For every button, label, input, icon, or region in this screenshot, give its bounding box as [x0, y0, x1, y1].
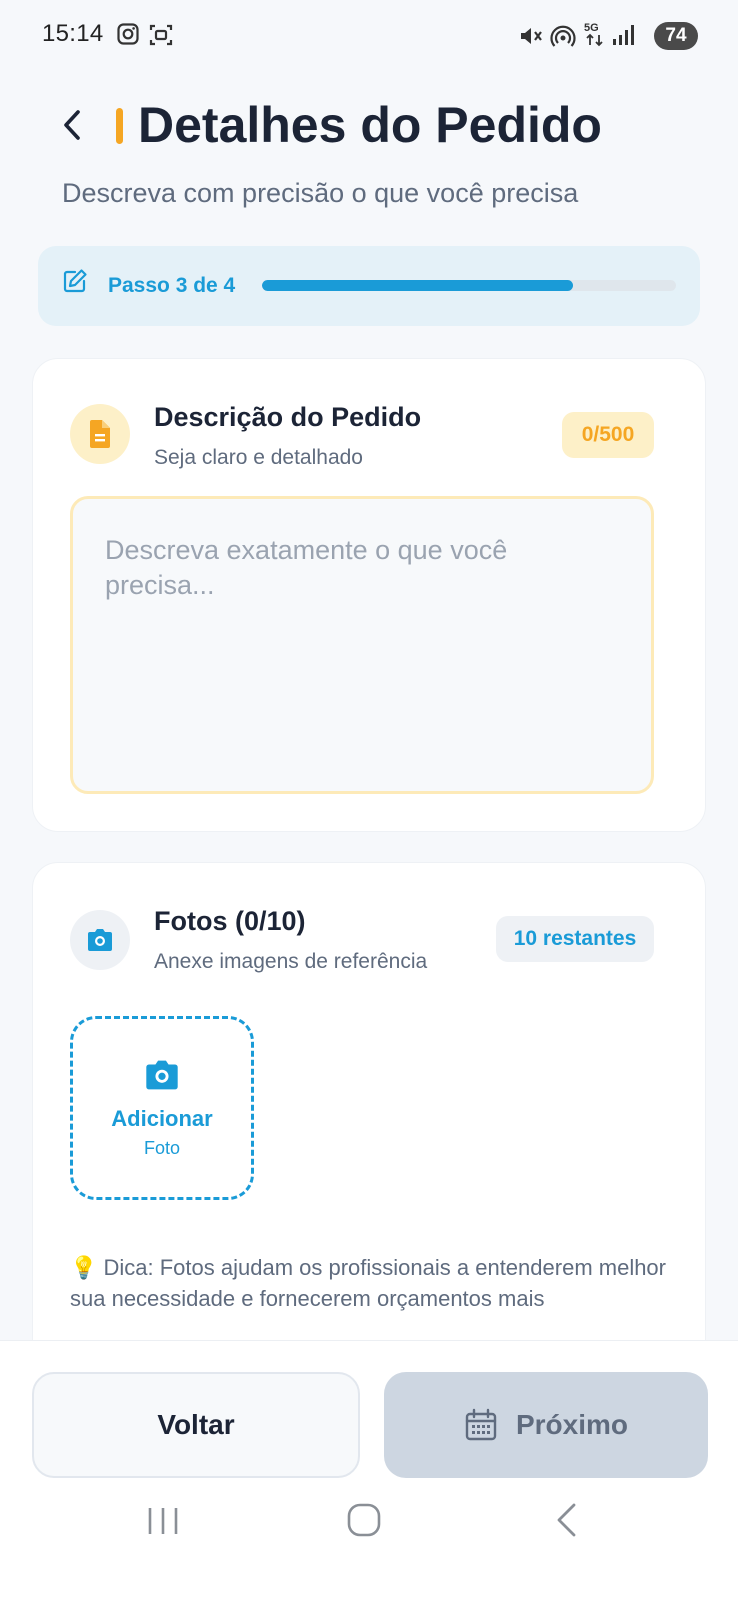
- progress-bar: [262, 280, 676, 291]
- instagram-icon: [117, 23, 139, 45]
- battery-indicator: 74: [654, 22, 698, 50]
- back-nav-icon[interactable]: [554, 1502, 580, 1538]
- next-step-label: Próximo: [515, 1409, 629, 1440]
- mute-icon: [521, 28, 542, 44]
- camera-icon: [88, 929, 112, 951]
- back-step-button[interactable]: Voltar: [32, 1372, 360, 1478]
- step-label: Passo 3 de 4: [108, 274, 236, 297]
- remaining-badge: 10 restantes: [496, 916, 654, 962]
- description-subtitle: Seja claro e detalhado: [154, 446, 363, 469]
- add-photo-label: Adicionar: [111, 1105, 213, 1131]
- status-time: 15:14: [42, 20, 104, 47]
- description-title: Descrição do Pedido: [154, 402, 422, 432]
- next-step-button[interactable]: Próximo: [384, 1372, 708, 1478]
- chevron-left-icon: [64, 110, 80, 140]
- document-icon-badge: [70, 404, 130, 464]
- title-accent-bar: [116, 108, 123, 144]
- hotspot-icon: [550, 25, 576, 47]
- recent-apps-icon[interactable]: [146, 1506, 180, 1536]
- progress-fill: [262, 280, 573, 291]
- camera-icon-badge: [70, 910, 130, 970]
- add-photo-sublabel: Foto: [143, 1137, 181, 1158]
- photos-title: Fotos (0/10): [154, 906, 306, 936]
- photo-tip: 💡 Dica: Fotos ajudam os profissionais a …: [70, 1255, 666, 1311]
- svg-text:5G: 5G: [584, 22, 599, 34]
- 5g-icon: 5G: [584, 22, 603, 47]
- back-button[interactable]: [52, 100, 92, 150]
- camera-icon: [146, 1060, 178, 1089]
- screen-record-icon: [149, 24, 173, 46]
- document-icon: [90, 420, 110, 448]
- calendar-icon: [465, 1408, 497, 1441]
- character-counter: 0/500: [562, 412, 654, 458]
- signal-icon: [613, 25, 634, 45]
- photos-subtitle: Anexe imagens de referência: [154, 950, 428, 973]
- page-title: Detalhes do Pedido: [138, 97, 602, 153]
- edit-icon: [63, 269, 87, 293]
- home-icon[interactable]: [346, 1502, 382, 1538]
- description-textarea[interactable]: [70, 496, 654, 794]
- page-subtitle: Descreva com precisão o que você precisa: [62, 178, 579, 208]
- add-photo-button[interactable]: Adicionar Foto: [70, 1016, 254, 1200]
